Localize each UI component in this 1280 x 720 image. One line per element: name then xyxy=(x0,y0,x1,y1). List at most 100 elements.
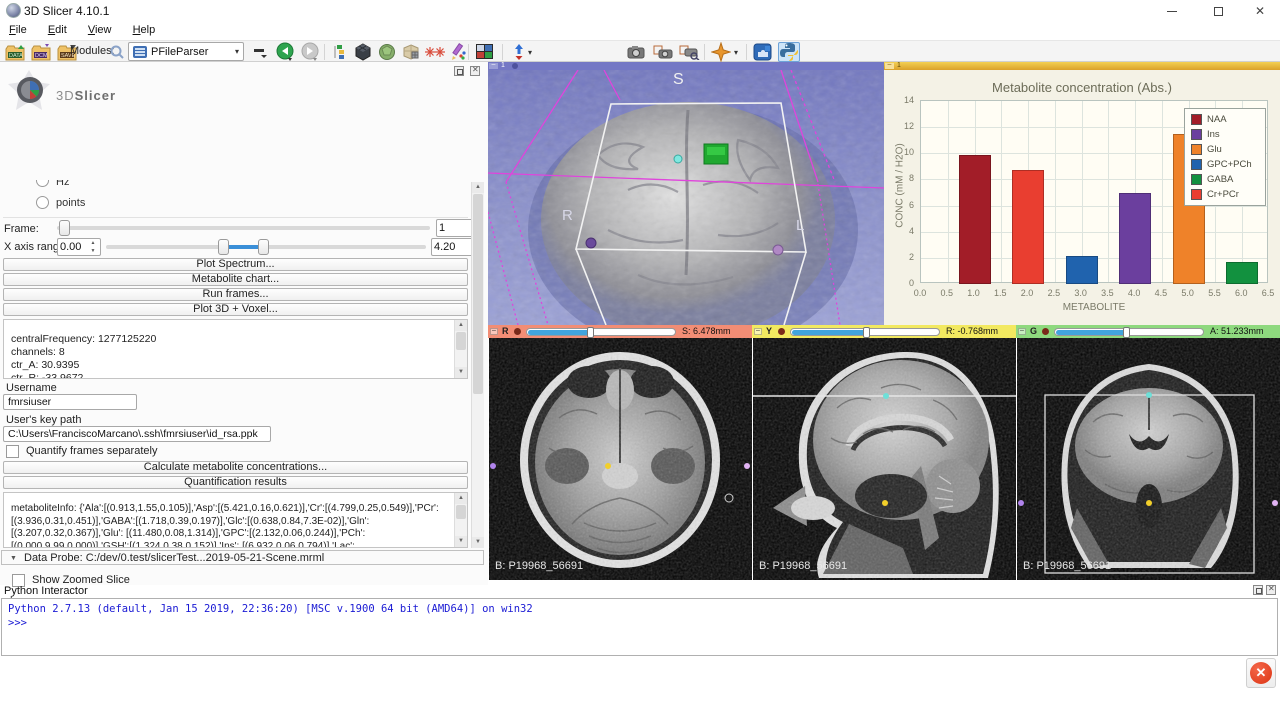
chevron-down-icon[interactable]: ▾ xyxy=(734,48,738,57)
info-line: ctr_R: -33.9672 xyxy=(11,372,449,379)
pin-icon[interactable] xyxy=(512,63,518,69)
slice-view-sagittal[interactable]: B: P19968_56691 xyxy=(753,338,1016,580)
slice-letter: G xyxy=(1030,326,1037,336)
y-tick-label: 14 xyxy=(890,95,914,105)
quantify-checkbox[interactable] xyxy=(6,445,19,458)
radio-row-points[interactable]: points xyxy=(0,196,450,212)
python-console[interactable]: Python 2.7.13 (default, Jan 15 2019, 22:… xyxy=(1,598,1278,656)
xaxis-max-input[interactable] xyxy=(434,240,467,254)
radio-hz[interactable] xyxy=(36,180,49,187)
collapse-view-icon[interactable]: – xyxy=(490,328,498,335)
load-data-icon[interactable]: DATA xyxy=(4,42,26,62)
metabolite-chart-button[interactable]: Metabolite chart... xyxy=(3,273,468,286)
forward-icon[interactable] xyxy=(299,42,321,62)
python-console-icon[interactable] xyxy=(778,42,800,62)
window-minimize-button[interactable] xyxy=(1152,0,1192,22)
view-3d-header[interactable]: – 1 xyxy=(488,62,884,70)
chart-view[interactable]: – 1 Metabolite concentration (Abs.) 0.00… xyxy=(884,62,1280,325)
xaxis-range-slider[interactable] xyxy=(106,239,426,255)
pin-icon[interactable] xyxy=(514,328,521,335)
frame-slider[interactable] xyxy=(57,220,430,236)
info-scrollbar[interactable]: ▲ ▼ xyxy=(454,320,467,378)
xaxis-min-input[interactable] xyxy=(60,240,86,254)
chevron-down-icon[interactable]: ▾ xyxy=(528,48,532,57)
plot-3d-voxel-button[interactable]: Plot 3D + Voxel... xyxy=(3,303,468,316)
undock-console-icon[interactable] xyxy=(1253,585,1263,595)
metabolite-info-scrollbar[interactable]: ▲ ▼ xyxy=(454,493,467,547)
viewers-icon[interactable] xyxy=(508,42,530,62)
menu-view[interactable]: View xyxy=(79,22,121,38)
frame-value-input[interactable] xyxy=(439,221,467,235)
pin-icon[interactable] xyxy=(778,328,785,335)
radio-row-hz[interactable]: Hz xyxy=(0,180,450,192)
username-input[interactable] xyxy=(3,394,137,410)
legend-label: Glu xyxy=(1207,144,1222,155)
keypath-input[interactable] xyxy=(3,426,271,442)
close-python-button[interactable]: ✕ xyxy=(1246,658,1276,688)
app-icon xyxy=(6,3,21,18)
screenshot-icon[interactable] xyxy=(626,42,648,62)
module-history-icon[interactable] xyxy=(250,42,272,62)
subject-hierarchy-icon[interactable] xyxy=(330,42,352,62)
x-tick-label: 1.0 xyxy=(967,288,980,298)
close-console-icon[interactable] xyxy=(1266,585,1276,595)
volumes-icon[interactable] xyxy=(400,42,422,62)
close-panel-icon[interactable] xyxy=(470,66,480,76)
load-dicom-icon[interactable]: DCM xyxy=(30,42,52,62)
pin-icon[interactable] xyxy=(1042,328,1049,335)
view-3d[interactable]: – 1 xyxy=(488,62,884,325)
radio-points[interactable] xyxy=(36,196,49,209)
sceneview-restore-icon[interactable] xyxy=(678,42,700,62)
xaxis-range-handle-high[interactable] xyxy=(258,239,269,255)
info-line: ctr_A: 30.9395 xyxy=(11,359,449,372)
toolbar-separator xyxy=(468,44,469,60)
slice-controller-yellow[interactable]: – Y R: -0.768mm xyxy=(752,325,1016,338)
plot-spectrum-button[interactable]: Plot Spectrum... xyxy=(3,258,468,271)
frame-slider-handle[interactable] xyxy=(59,220,70,236)
xaxis-min-spinbox[interactable]: ▲▼ xyxy=(57,238,101,256)
sample-data-icon[interactable] xyxy=(352,42,374,62)
undock-panel-icon[interactable] xyxy=(454,66,464,76)
view-3d-canvas[interactable]: S R L xyxy=(488,70,884,325)
run-frames-button[interactable]: Run frames... xyxy=(3,288,468,301)
crosshair-icon[interactable] xyxy=(710,42,732,62)
annotations-icon[interactable] xyxy=(446,42,468,62)
module-selector-combobox[interactable]: PFileParser ▾ xyxy=(128,42,244,61)
collapse-view-icon[interactable]: – xyxy=(885,63,894,69)
menu-edit[interactable]: Edit xyxy=(39,22,76,38)
slice-offset-slider[interactable] xyxy=(1054,328,1204,336)
slice-view-axial[interactable]: B: P19968_56691 xyxy=(489,338,752,580)
slice-controller-red[interactable]: – R S: 6.478mm xyxy=(488,325,752,338)
menu-file[interactable]: File xyxy=(0,22,36,38)
collapse-view-icon[interactable]: – xyxy=(754,328,762,335)
quantification-results-button[interactable]: Quantification results xyxy=(3,476,468,489)
search-icon[interactable] xyxy=(106,42,128,62)
slice-controller-green[interactable]: – G A: 51.233mm xyxy=(1016,325,1280,338)
xaxis-range-handle-low[interactable] xyxy=(218,239,229,255)
sceneview-camera-icon[interactable] xyxy=(652,42,674,62)
slice-offset-slider[interactable] xyxy=(790,328,940,336)
radio-points-label: points xyxy=(56,197,85,209)
header-info-textbox[interactable]: centralFrequency: 1277125220 channels: 8… xyxy=(3,319,468,379)
window-close-button[interactable]: ✕ xyxy=(1240,0,1280,22)
data-probe-collapsible[interactable]: ▼ Data Probe: C:/dev/0.test/slicerTest..… xyxy=(1,550,484,565)
slice-view-coronal[interactable]: B: P19968_56691 xyxy=(1017,338,1280,580)
back-icon[interactable] xyxy=(274,42,296,62)
slice-offset-slider[interactable] xyxy=(526,328,676,336)
collapse-view-icon[interactable]: – xyxy=(489,63,498,69)
models-icon[interactable] xyxy=(376,42,398,62)
logo-text: 3DSlicer xyxy=(56,88,116,103)
markups-icon[interactable] xyxy=(424,42,446,62)
metabolite-info-textbox[interactable]: metaboliteInfo: {'Ala':[(0.913,1.55,0.10… xyxy=(3,492,468,548)
menu-help[interactable]: Help xyxy=(124,22,165,38)
panel-scrollbar[interactable]: ▲ ▼ xyxy=(471,182,484,548)
extensions-icon[interactable] xyxy=(752,42,774,62)
axis-label-s: S xyxy=(673,71,684,88)
calculate-concentrations-button[interactable]: Calculate metabolite concentrations... xyxy=(3,461,468,474)
layout-selector-icon[interactable] xyxy=(474,42,496,62)
collapse-view-icon[interactable]: – xyxy=(1018,328,1026,335)
window-title: 3D Slicer 4.10.1 xyxy=(24,4,109,18)
chart-view-header[interactable]: – 1 xyxy=(884,62,1280,70)
legend-entry: Glu xyxy=(1191,142,1259,157)
window-restore-button[interactable] xyxy=(1198,0,1238,22)
